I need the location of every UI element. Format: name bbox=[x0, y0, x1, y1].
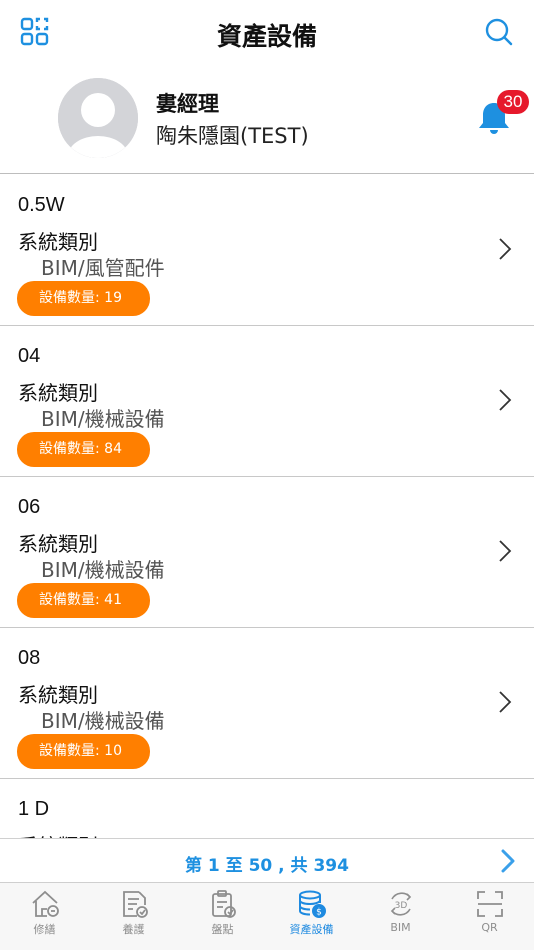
tab-bim[interactable]: 3D BIM bbox=[356, 883, 445, 950]
equipment-count-badge: 設備數量: 41 bbox=[17, 583, 150, 618]
category-value: BIM/機械設備 bbox=[41, 407, 165, 431]
equipment-count-badge: 設備數量: 84 bbox=[17, 432, 150, 467]
tab-label: 盤點 bbox=[211, 923, 234, 936]
inventory-clipboard-icon bbox=[211, 890, 236, 918]
qr-scan-icon bbox=[476, 891, 503, 917]
pagination-text: 第 1 至 50 , 共 394 bbox=[185, 856, 349, 876]
category-value: BIM/機械設備 bbox=[41, 558, 165, 582]
item-name: 04 bbox=[18, 345, 41, 367]
tab-assets[interactable]: $ 資產設備 bbox=[267, 883, 356, 950]
user-name: 婁經理 bbox=[156, 92, 219, 116]
tab-maintenance[interactable]: 養護 bbox=[89, 883, 178, 950]
category-label: 系統類別 bbox=[18, 830, 98, 838]
category-value: BIM/機械設備 bbox=[41, 709, 165, 733]
svg-text:3D: 3D bbox=[394, 901, 407, 911]
tab-repair[interactable]: 修繕 bbox=[0, 883, 89, 950]
tab-label: QR bbox=[481, 921, 498, 934]
item-name: 0.5W bbox=[18, 194, 65, 216]
list-item[interactable]: 04 系統類別 BIM/機械設備 設備數量: 84 bbox=[0, 326, 534, 477]
list-item[interactable]: 06 系統類別 BIM/機械設備 設備數量: 41 bbox=[0, 477, 534, 628]
asset-list: 0.5W 系統類別 BIM/風管配件 設備數量: 19 04 系統類別 BIM/… bbox=[0, 175, 534, 838]
category-label: 系統類別 bbox=[18, 230, 98, 254]
tab-inventory[interactable]: 盤點 bbox=[178, 883, 267, 950]
list-item[interactable]: 0.5W 系統類別 BIM/風管配件 設備數量: 19 bbox=[0, 175, 534, 326]
asset-database-icon: $ bbox=[298, 890, 326, 918]
navigation-bar: 資產設備 bbox=[0, 0, 534, 66]
page-title: 資產設備 bbox=[216, 22, 317, 51]
bim-3d-icon: 3D bbox=[390, 892, 411, 916]
equipment-count-badge: 設備數量: 19 bbox=[17, 281, 150, 316]
category-label: 系統類別 bbox=[18, 683, 98, 707]
notification-badge: 30 bbox=[497, 90, 529, 114]
chevron-right-icon bbox=[499, 540, 512, 562]
equipment-count-badge: 設備數量: 10 bbox=[17, 734, 150, 769]
item-name: 1 D bbox=[18, 798, 50, 820]
chevron-right-icon bbox=[499, 691, 512, 713]
list-item[interactable]: 08 系統類別 BIM/機械設備 設備數量: 10 bbox=[0, 628, 534, 779]
tab-label: 資產設備 bbox=[289, 923, 334, 936]
list-item[interactable]: 1 D 系統類別 bbox=[0, 779, 534, 838]
svg-text:$: $ bbox=[316, 908, 322, 918]
avatar[interactable] bbox=[58, 78, 138, 158]
user-profile-header: 婁經理 陶朱隱園(TEST) 30 bbox=[0, 66, 534, 174]
category-value: BIM/風管配件 bbox=[41, 256, 165, 280]
item-name: 08 bbox=[18, 647, 41, 669]
tab-label: 養護 bbox=[122, 923, 145, 936]
chevron-right-icon bbox=[499, 389, 512, 411]
tab-label: 修繕 bbox=[33, 923, 56, 936]
site-name: 陶朱隱園(TEST) bbox=[156, 124, 309, 148]
item-name: 06 bbox=[18, 496, 41, 518]
tab-bar: 修繕 養護 盤點 $ 資產設備 3D BIM QR bbox=[0, 882, 534, 950]
tab-label: BIM bbox=[390, 921, 411, 934]
maintenance-doc-icon bbox=[122, 891, 148, 918]
chevron-right-icon bbox=[499, 238, 512, 260]
search-icon[interactable] bbox=[484, 17, 514, 47]
pagination-bar: 第 1 至 50 , 共 394 bbox=[0, 838, 534, 882]
category-label: 系統類別 bbox=[18, 381, 98, 405]
repair-house-icon bbox=[31, 890, 59, 917]
tab-qr[interactable]: QR bbox=[445, 883, 534, 950]
category-label: 系統類別 bbox=[18, 532, 98, 556]
next-page-icon[interactable] bbox=[500, 848, 516, 874]
